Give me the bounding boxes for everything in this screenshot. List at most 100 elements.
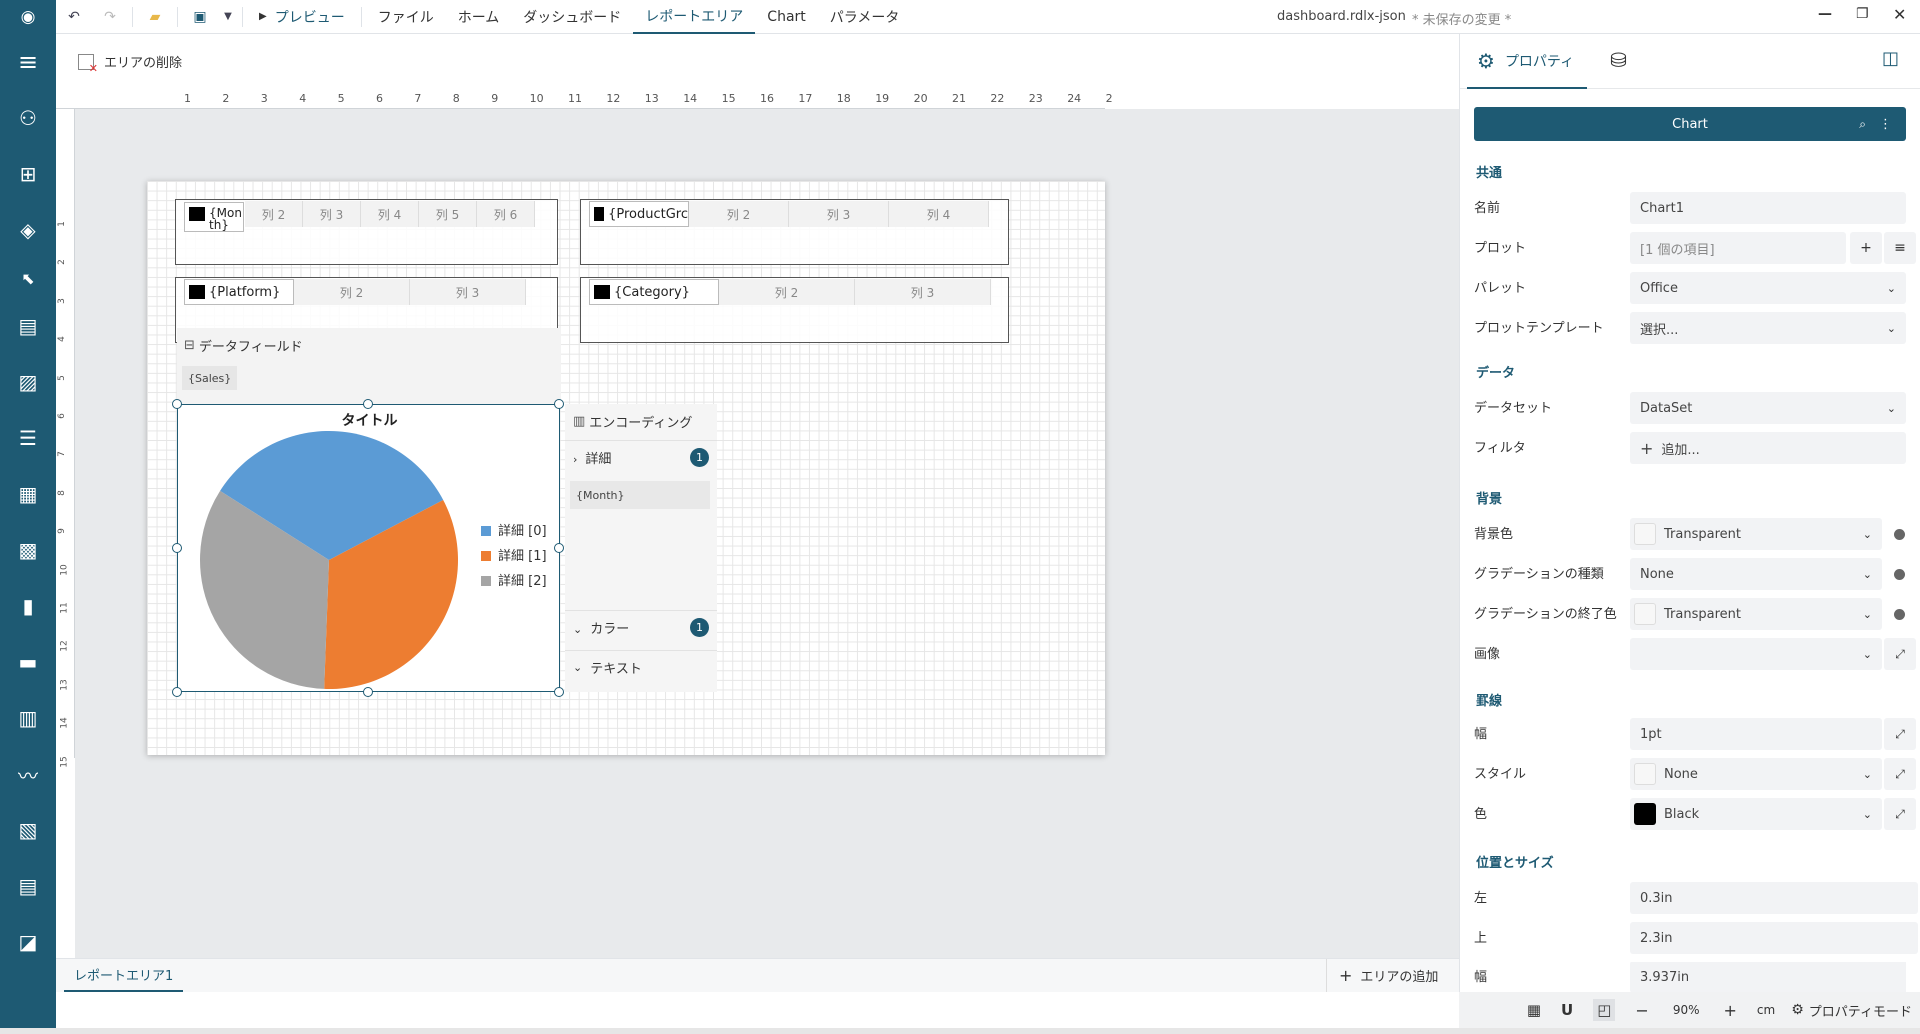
sparkline-icon[interactable]: 〰 <box>0 746 56 802</box>
resize-handle[interactable] <box>363 399 373 409</box>
menu-parameters[interactable]: パラメータ <box>818 0 912 34</box>
width-input[interactable]: 3.937in <box>1630 962 1906 992</box>
tab-properties[interactable]: ⚙ プロパティ <box>1467 34 1587 89</box>
color-section[interactable]: ⌄ カラー 1 <box>565 610 717 644</box>
restore-icon[interactable]: ❐ <box>1856 6 1869 22</box>
components-icon[interactable]: ⊞ <box>0 146 56 202</box>
snap-icon[interactable]: U <box>1561 1001 1573 1019</box>
menu-preview[interactable]: ▶ プレビュー <box>247 0 357 34</box>
top-input[interactable]: 2.3in <box>1630 922 1918 954</box>
add-plot-button[interactable]: + <box>1850 232 1882 264</box>
tablix-icon[interactable]: ▩ <box>0 522 56 578</box>
menu-dashboard[interactable]: ダッシュボード <box>511 0 633 34</box>
bullet-icon[interactable]: ▬ <box>0 634 56 690</box>
sales-chip[interactable]: {Sales} <box>182 366 238 390</box>
more-icon[interactable]: ⋮ <box>1879 117 1892 132</box>
zoom-out-icon[interactable]: − <box>1635 1001 1648 1020</box>
table-cell[interactable]: {Mon th} <box>184 202 244 232</box>
expand-icon[interactable]: ⤢ <box>1884 758 1916 790</box>
table-cell[interactable]: 列 3 <box>410 279 526 305</box>
resize-handle[interactable] <box>554 687 564 697</box>
table-cell[interactable]: 列 3 <box>855 279 991 305</box>
reset-dot-icon[interactable] <box>1894 529 1905 540</box>
collapse-panel-icon[interactable]: ◫ <box>1882 48 1899 69</box>
resize-handle[interactable] <box>172 543 182 553</box>
bgcolor-select[interactable]: Transparent ⌄ <box>1630 518 1882 550</box>
table-cell[interactable]: 列 4 <box>361 201 419 227</box>
menu-home[interactable]: ホーム <box>446 0 512 34</box>
table-cell[interactable]: 列 3 <box>303 201 361 227</box>
subreport-icon[interactable]: ▧ <box>0 802 56 858</box>
resize-handle[interactable] <box>554 543 564 553</box>
search-icon[interactable]: ⌕ <box>1859 117 1866 132</box>
unit-selector[interactable]: cm <box>1757 1003 1775 1017</box>
table-cell[interactable]: 列 2 <box>689 201 789 227</box>
name-input[interactable]: Chart1 <box>1630 192 1906 224</box>
menu-file[interactable]: ファイル <box>366 0 446 34</box>
border-color-select[interactable]: Black ⌄ <box>1630 798 1882 830</box>
border-style-select[interactable]: None ⌄ <box>1630 758 1882 790</box>
textbox-icon[interactable]: ▤ <box>0 298 56 354</box>
list-icon[interactable]: ☰ <box>0 410 56 466</box>
hierarchy-icon[interactable]: ⚇ <box>0 90 56 146</box>
table-cell[interactable]: {Category} <box>589 279 719 305</box>
table-cell[interactable]: 列 3 <box>789 201 889 227</box>
image-icon[interactable]: ▨ <box>0 354 56 410</box>
pie-chart[interactable]: 詳細 [0] 詳細 [1] 詳細 [2] <box>178 405 561 693</box>
open-folder-icon[interactable]: ▰ <box>137 0 173 34</box>
barcode-icon[interactable]: ▥ <box>0 690 56 746</box>
month-chip[interactable]: {Month} <box>570 481 710 509</box>
pointer-icon[interactable]: ⬉ <box>0 258 56 298</box>
table-product-group[interactable]: {ProductGrc 列 2 列 3 列 4 <box>580 199 1009 265</box>
table-category[interactable]: {Category} 列 2 列 3 <box>580 277 1009 343</box>
menu-report-area[interactable]: レポートエリア <box>633 0 756 34</box>
save-icon[interactable]: ▣ <box>182 0 218 34</box>
text-section[interactable]: ⌄ テキスト <box>565 650 717 684</box>
zoom-in-icon[interactable]: + <box>1724 1001 1737 1020</box>
details-section[interactable]: › 詳細 1 <box>565 440 717 474</box>
delete-area-button[interactable]: ✕ エリアの削除 <box>78 52 182 75</box>
reset-dot-icon[interactable] <box>1894 609 1905 620</box>
reset-dot-icon[interactable] <box>1894 569 1905 580</box>
formatted-text-icon[interactable]: ◪ <box>0 914 56 970</box>
table-cell[interactable]: 列 6 <box>477 201 535 227</box>
resize-handle[interactable] <box>363 687 373 697</box>
hamburger-icon[interactable]: ≡ <box>0 34 56 90</box>
resize-handle[interactable] <box>554 399 564 409</box>
table-cell[interactable]: 列 4 <box>889 201 989 227</box>
resize-handle[interactable] <box>172 399 182 409</box>
banded-list-icon[interactable]: ▤ <box>0 858 56 914</box>
table-cell[interactable]: 列 2 <box>245 201 303 227</box>
table-cell[interactable]: 列 2 <box>294 279 410 305</box>
tab-data[interactable]: ⛁ <box>1610 48 1627 72</box>
border-width-input[interactable]: 1pt <box>1630 718 1882 750</box>
minimize-icon[interactable]: — <box>1818 6 1832 22</box>
plot-input[interactable]: [1 個の項目] <box>1630 232 1846 264</box>
table-cell[interactable]: {ProductGrc <box>589 201 689 227</box>
menu-chart[interactable]: Chart <box>755 0 817 34</box>
table-cell[interactable]: 列 2 <box>719 279 855 305</box>
dataset-select[interactable]: DataSet ⌄ <box>1630 392 1906 424</box>
image-select[interactable]: ⌄ <box>1630 638 1882 670</box>
table-month[interactable]: {Mon th} 列 2 列 3 列 4 列 5 列 6 <box>175 199 558 265</box>
left-input[interactable]: 0.3in <box>1630 882 1918 914</box>
property-mode-button[interactable]: ⚙ プロパティモード <box>1791 1001 1912 1020</box>
plot-template-select[interactable]: 選択... ⌄ <box>1630 312 1906 344</box>
table-icon[interactable]: ▦ <box>0 466 56 522</box>
add-filter-button[interactable]: + 追加... <box>1630 432 1906 464</box>
chart-icon[interactable]: ▮ <box>0 578 56 634</box>
undo-icon[interactable]: ↶ <box>56 0 92 34</box>
save-dropdown-icon[interactable]: ▼ <box>218 0 238 34</box>
zoom-level[interactable]: 90% <box>1673 1003 1700 1017</box>
palette-select[interactable]: Office ⌄ <box>1630 272 1906 304</box>
details-toggle[interactable]: › 詳細 <box>573 448 611 467</box>
table-cell[interactable]: {Platform} <box>184 279 294 305</box>
layers-icon[interactable]: ◈ <box>0 202 56 258</box>
add-area-button[interactable]: + エリアの追加 <box>1326 959 1438 992</box>
tab-report-area-1[interactable]: レポートエリア1 <box>64 959 184 992</box>
plot-menu-button[interactable]: ≡ <box>1884 232 1916 264</box>
redo-icon[interactable]: ↷ <box>92 0 128 34</box>
chart-item[interactable]: タイトル 詳細 [0] 詳細 [1] 詳細 [2] <box>177 404 560 692</box>
table-cell[interactable]: 列 5 <box>419 201 477 227</box>
grid-icon[interactable]: ▦ <box>1527 1001 1541 1019</box>
